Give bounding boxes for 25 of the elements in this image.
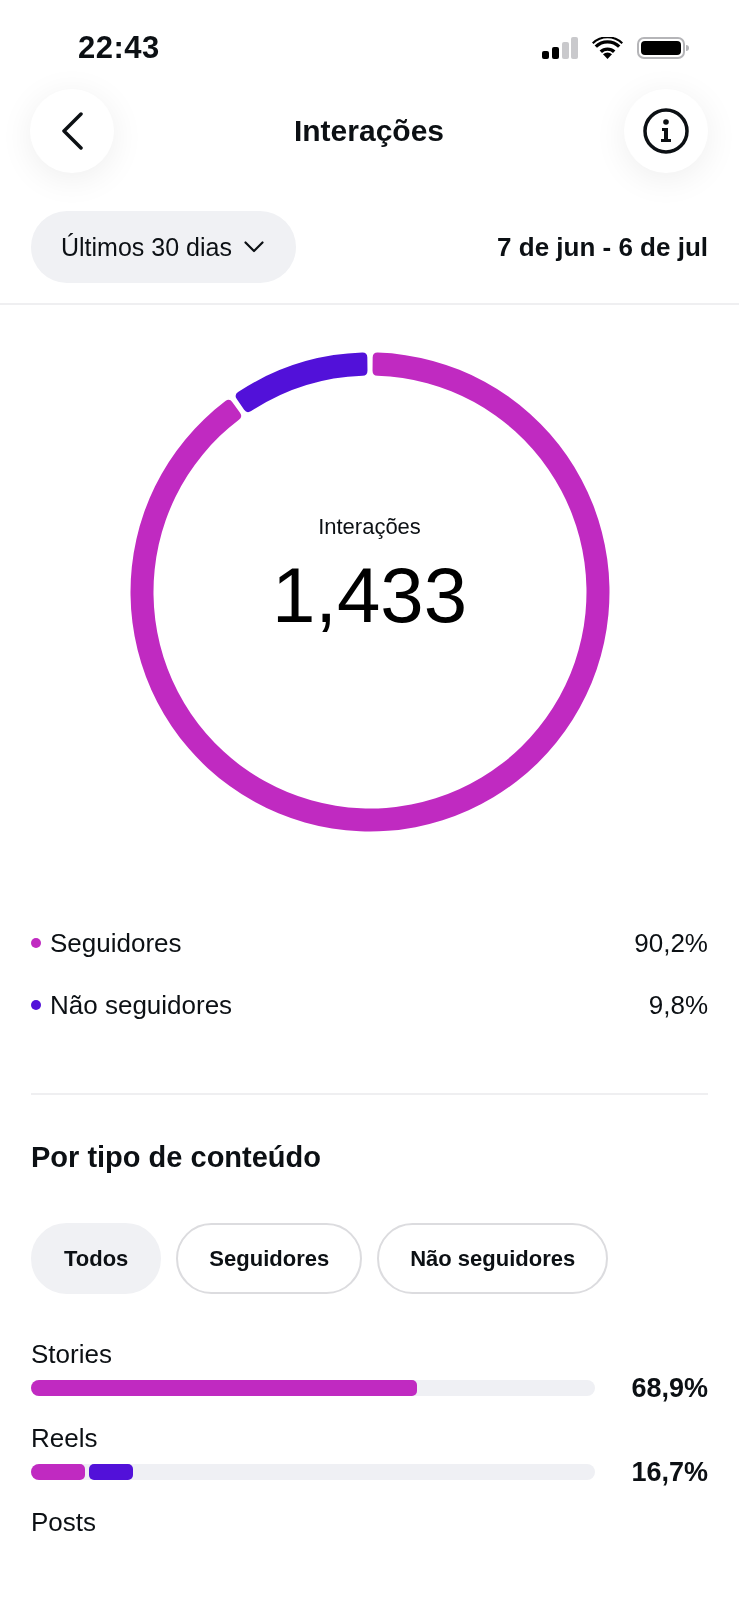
status-time: 22:43 bbox=[78, 30, 160, 66]
filter-tab[interactable]: Todos bbox=[31, 1223, 162, 1294]
filter-tab[interactable]: Não seguidores bbox=[377, 1223, 609, 1294]
section-heading: Por tipo de conteúdo bbox=[31, 1140, 321, 1174]
chevron-left-icon bbox=[61, 112, 83, 150]
wifi-icon bbox=[592, 37, 623, 59]
content-type-percent: 16,7% bbox=[631, 1456, 708, 1488]
legend-label: Não seguidores bbox=[50, 989, 233, 1021]
signal-icon bbox=[542, 37, 578, 59]
chevron-down-icon bbox=[243, 241, 264, 253]
donut-total: 1,433 bbox=[271, 556, 468, 634]
filter-tab[interactable]: Seguidores bbox=[176, 1223, 363, 1294]
legend-value: 9,8% bbox=[648, 989, 708, 1021]
info-icon bbox=[643, 108, 689, 154]
period-dropdown[interactable]: Últimos 30 dias bbox=[31, 211, 296, 283]
legend-label: Seguidores bbox=[50, 927, 182, 959]
donut-label: Interações bbox=[318, 514, 421, 540]
legend-value: 90,2% bbox=[634, 927, 708, 959]
date-range-text: 7 de jun - 6 de jul bbox=[497, 231, 708, 263]
content-type-percent: 68,9% bbox=[631, 1372, 708, 1404]
content-type-label: Stories bbox=[31, 1339, 112, 1369]
content-type-label: Reels bbox=[31, 1423, 98, 1453]
content-type-label: Posts bbox=[31, 1507, 97, 1537]
page-title: Interações bbox=[293, 114, 445, 148]
battery-icon bbox=[637, 37, 689, 59]
